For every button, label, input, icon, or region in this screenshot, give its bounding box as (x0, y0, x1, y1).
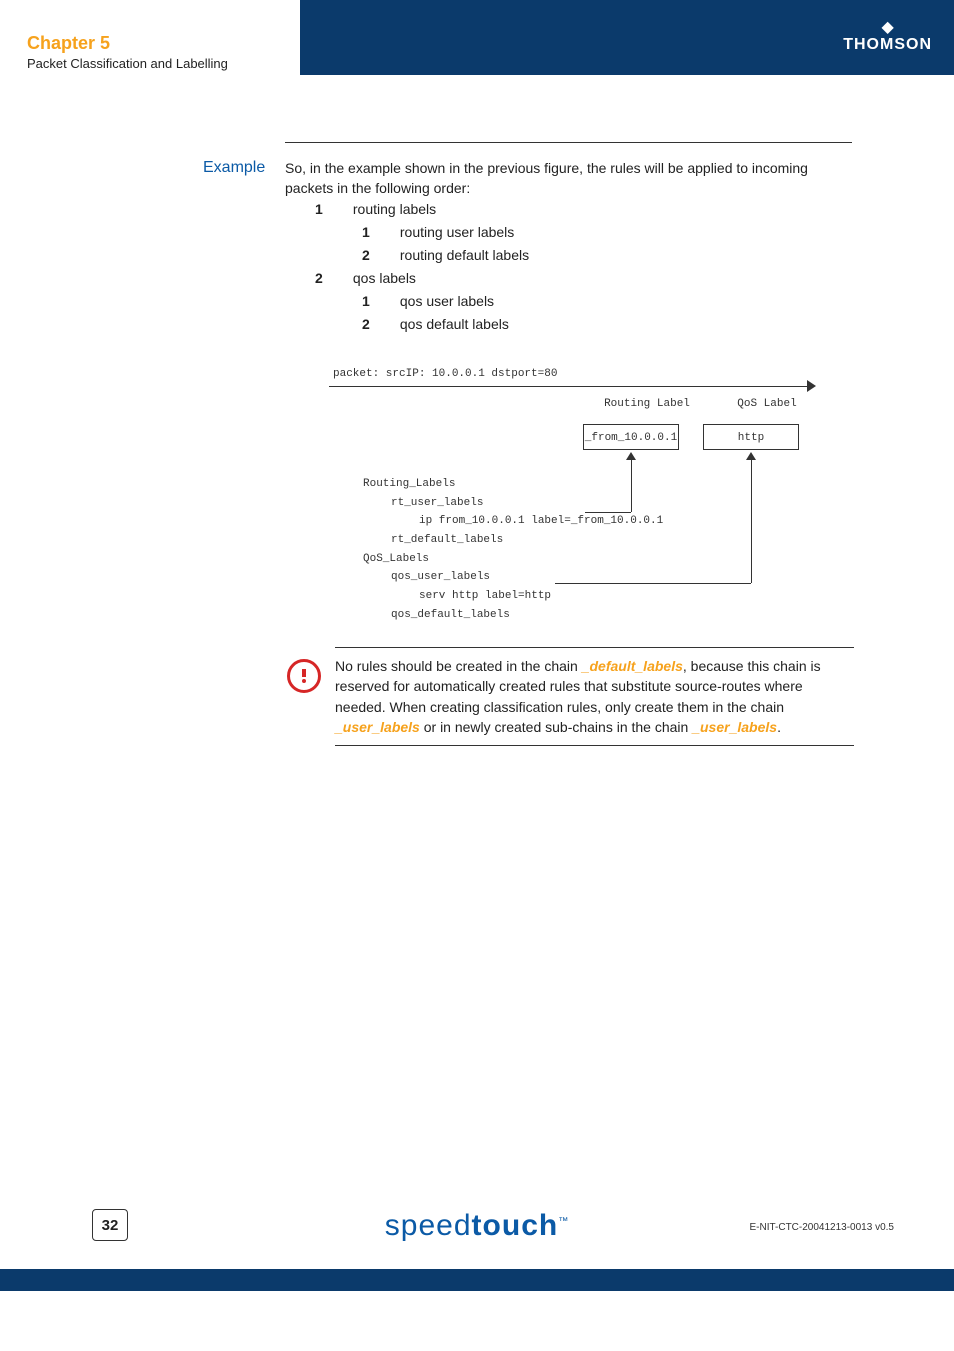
note-text: No rules should be created in the chain … (335, 656, 854, 737)
note-em: _user_labels (335, 719, 420, 735)
tree-line: serv http label=http (363, 587, 663, 606)
section-intro: So, in the example shown in the previous… (285, 158, 852, 199)
diagram-col-qos: QoS Label (717, 398, 817, 410)
chapter-subtitle: Packet Classification and Labelling (27, 56, 228, 71)
tree-line: QoS_Labels (363, 550, 663, 569)
list-text: routing user labels (400, 224, 514, 240)
tree-line: ip from_10.0.0.1 label=_from_10.0.0.1 (363, 512, 663, 531)
arrowhead-up-icon (746, 452, 756, 460)
list-item: 2 qos default labels (362, 316, 842, 332)
section-rule (285, 142, 852, 143)
brand-text: THOMSON (843, 36, 932, 54)
tree-line: rt_user_labels (363, 494, 663, 513)
list-item: 1 routing user labels (362, 224, 842, 240)
note-em: _default_labels (582, 658, 683, 674)
list-num: 1 (315, 201, 349, 217)
list-text: qos default labels (400, 316, 509, 332)
list-text: qos labels (353, 270, 416, 286)
brand-logo: ◆ THOMSON (843, 20, 932, 54)
diagram-val-qos: http (703, 424, 799, 450)
note-span: or in newly created sub-chains in the ch… (420, 719, 692, 735)
tree-line: qos_user_labels (363, 568, 663, 587)
tree-line: Routing_Labels (363, 475, 663, 494)
list-num: 2 (315, 270, 349, 286)
list-item: 1 routing labels (315, 201, 845, 217)
footer-brand-light: speed (385, 1209, 472, 1242)
chapter-title: Chapter 5 (27, 33, 110, 54)
list-num: 1 (362, 293, 396, 309)
tree-line: qos_default_labels (363, 606, 663, 625)
footer-bar (0, 1269, 954, 1291)
doc-id: E-NIT-CTC-20041213-0013 v0.5 (749, 1222, 894, 1233)
section-label: Example (203, 159, 265, 177)
diagram-val-routing: _from_10.0.0.1 (583, 424, 679, 450)
connector (751, 458, 752, 583)
note-block: No rules should be created in the chain … (287, 647, 854, 746)
list-num: 2 (362, 247, 396, 263)
list-text: routing labels (353, 201, 436, 217)
trademark-icon: ™ (558, 1216, 569, 1227)
note-span: No rules should be created in the chain (335, 658, 582, 674)
arrowhead-up-icon (626, 452, 636, 460)
diagram-packet-line: packet: srcIP: 10.0.0.1 dstport=80 (333, 368, 557, 380)
footer-brand-bold: touch (472, 1209, 559, 1242)
tree-line: rt_default_labels (363, 531, 663, 550)
note-rule (335, 745, 854, 746)
list-item: 1 qos user labels (362, 293, 842, 309)
list-num: 1 (362, 224, 396, 240)
warning-icon (287, 659, 321, 693)
brand-icon: ◆ (843, 20, 932, 36)
diagram: packet: srcIP: 10.0.0.1 dstport=80 Routi… (329, 358, 815, 618)
list-item: 2 routing default labels (362, 247, 842, 263)
diagram-arrow-line (329, 386, 813, 387)
list-text: qos user labels (400, 293, 494, 309)
note-em: _user_labels (692, 719, 777, 735)
note-span: . (777, 719, 781, 735)
list-item: 2 qos labels (315, 270, 845, 286)
diagram-arrowhead (807, 380, 816, 392)
diagram-col-routing: Routing Label (597, 398, 697, 410)
diagram-tree: Routing_Labels rt_user_labels ip from_10… (363, 475, 663, 625)
note-rule (335, 647, 854, 648)
list-text: routing default labels (400, 247, 529, 263)
list-num: 2 (362, 316, 396, 332)
